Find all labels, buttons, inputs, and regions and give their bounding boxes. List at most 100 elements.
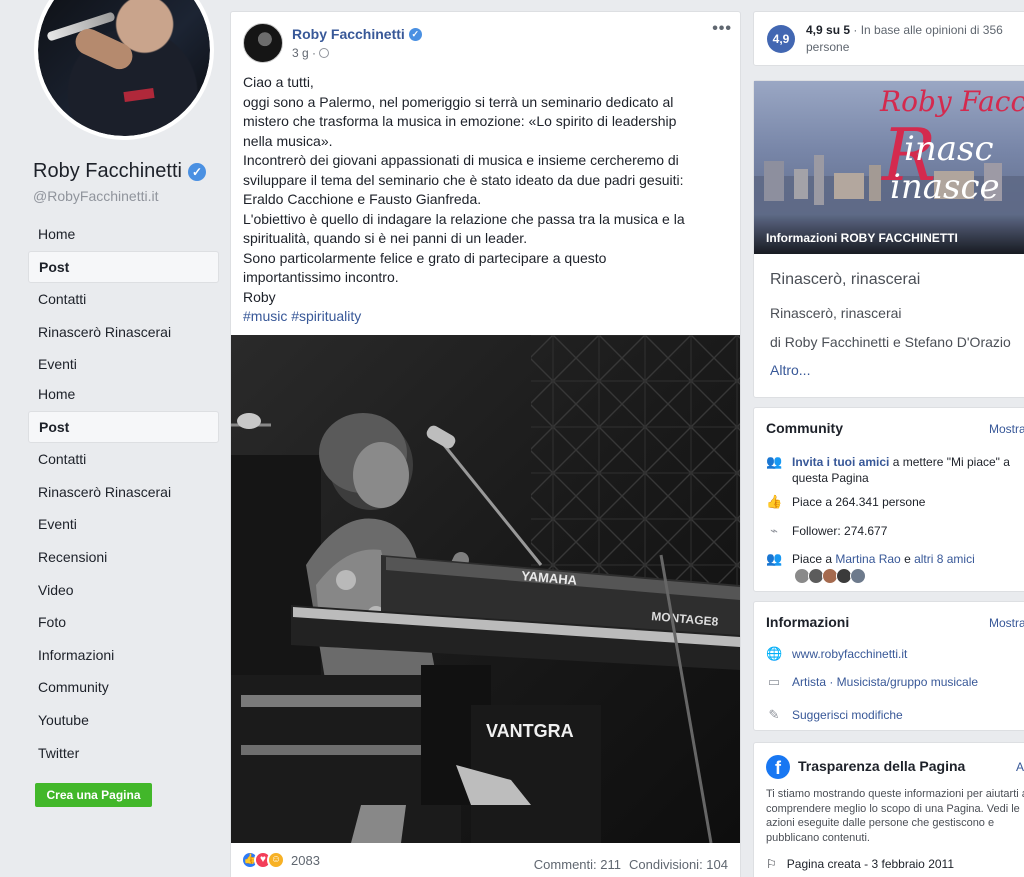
page-nav-primary: Home Post Contatti Rinascerò Rinascerai Even… — [28, 218, 219, 381]
category-row: ▭ Artista · Musicista/gruppo musicale — [766, 674, 1024, 690]
left-sidebar: Roby Facchinetti ✓ @RobyFacchinetti.it H… — [0, 0, 225, 877]
post-counts: Commenti: 211 Condivisioni: 104 — [534, 857, 728, 872]
wristband-shape — [123, 87, 155, 103]
globe-icon — [319, 48, 330, 58]
info-card: Informazioni Mostra tutto 🌐 www.robyfacc… — [753, 601, 1024, 731]
transparency-text: Ti stiamo mostrando queste informazioni … — [766, 788, 1024, 844]
sidebar-item-home[interactable]: Home — [28, 378, 219, 411]
friend-name-link[interactable]: Martina Rao — [835, 552, 900, 566]
care-reaction-icon: ☺ — [267, 851, 285, 869]
info-title: Informazioni — [766, 614, 850, 630]
sidebar-item-eventi[interactable]: Eventi — [28, 508, 219, 541]
page-nav-secondary: Home Post Contatti Rinascerò Rinascerai Even… — [28, 378, 219, 769]
rating-summary[interactable]: 4,9 su 5 · In base alle opinioni di 356 … — [806, 22, 1024, 56]
invite-friends-link[interactable]: Invita i tuoi amici — [792, 455, 889, 469]
rss-icon: ⌁ — [770, 523, 778, 538]
sidebar-item-twitter[interactable]: Twitter — [28, 737, 219, 770]
friends-like-prefix: Piace a — [792, 552, 836, 566]
cover-title-line2: inasc — [904, 129, 994, 169]
post-author-name: Roby Facchinetti — [292, 26, 405, 42]
friends-like-row: 👥 Piace a Martina Rao e altri 8 amici — [766, 551, 1024, 567]
sidebar-item-rinascer-rinascerai[interactable]: Rinascerò Rinascerai — [28, 316, 219, 349]
cover-title-line3: inasce — [890, 167, 1000, 207]
page-title[interactable]: Roby Facchinetti ✓ — [33, 160, 206, 183]
comments-count[interactable]: Commenti: 211 — [534, 857, 621, 872]
category-icon: ▭ — [767, 674, 781, 689]
info-show-all-link[interactable]: Mostra tutto — [989, 616, 1024, 630]
friend-avatars — [794, 568, 866, 584]
cover-image[interactable]: Roby Facch R inasc inasce Informazioni R… — [754, 81, 1024, 254]
about-card: Roby Facch R inasc inasce Informazioni R… — [753, 80, 1024, 398]
page-created-date: Pagina creata - 3 febbraio 2011 — [786, 857, 954, 871]
community-card: Community Mostra tutto 👥 Invita i tuoi a… — [753, 407, 1024, 592]
about-description: di Roby Facchinetti e Stefano D'Orazio — [770, 334, 1011, 350]
cover-label[interactable]: Informazioni ROBY FACCHINETTI — [766, 231, 958, 245]
sidebar-item-contatti[interactable]: Contatti — [28, 443, 219, 476]
sidebar-item-community[interactable]: Community — [28, 671, 219, 704]
about-title: Rinascerò, rinascerai — [770, 271, 921, 288]
profile-photo — [38, 0, 210, 136]
about-subtitle: Rinascerò, rinascerai — [770, 305, 902, 321]
facebook-logo-icon: f — [766, 755, 790, 779]
likes-row: 👍 Piace a 264.341 persone — [766, 494, 1024, 510]
sidebar-item-post[interactable]: Post — [28, 410, 219, 444]
transparency-title: Trasparenza della Pagina — [798, 758, 966, 774]
avatar[interactable] — [850, 568, 866, 584]
more-options-icon[interactable]: ••• — [712, 20, 732, 38]
rating-card: 4,9 4,9 su 5 · In base alle opinioni di … — [753, 11, 1024, 66]
rating-headline: 4,9 su 5 — [806, 23, 851, 37]
sidebar-item-informazioni[interactable]: Informazioni — [28, 639, 219, 672]
post-message: Ciao a tutti, oggi sono a Palermo, nel p… — [243, 74, 685, 305]
sidebar-item-eventi[interactable]: Eventi — [28, 348, 219, 381]
verified-badge-icon: ✓ — [187, 162, 206, 181]
sidebar-item-home[interactable]: Home — [28, 218, 219, 251]
arm-shape — [71, 24, 137, 74]
post-photo[interactable]: YAMAHA MONTAGE8 VANTGRA — [231, 335, 740, 843]
other-friends-link[interactable]: altri 8 amici — [914, 552, 975, 566]
create-page-button[interactable]: Crea una Pagina — [35, 783, 152, 807]
post-timestamp[interactable]: 3 g · — [292, 46, 330, 60]
sidebar-item-foto[interactable]: Foto — [28, 606, 219, 639]
community-title: Community — [766, 420, 843, 436]
post-card: Roby Facchinetti ✓ 3 g · ••• Ciao a tutt… — [230, 11, 741, 877]
community-show-all-link[interactable]: Mostra tutto — [989, 422, 1024, 436]
page-created-row: ⚐ Pagina creata - 3 febbraio 2011 — [766, 857, 954, 871]
page-name-text: Roby Facchinetti — [33, 160, 182, 182]
sidebar-item-video[interactable]: Video — [28, 574, 219, 607]
invite-friends-row: 👥 Invita i tuoi amici a mettere "Mi piac… — [766, 454, 1024, 486]
sidebar-item-rinascer-rinascerai[interactable]: Rinascerò Rinascerai — [28, 476, 219, 509]
invite-friends-icon: 👥 — [766, 454, 783, 469]
speaker-brand-text: VANTGRA — [486, 721, 574, 741]
pencil-icon: ✎ — [768, 707, 780, 722]
post-hashtags[interactable]: #music #spirituality — [243, 307, 731, 327]
profile-picture[interactable] — [34, 0, 214, 140]
suggest-edits-link[interactable]: Suggerisci modifiche — [792, 707, 903, 723]
followers-count: Follower: 274.677 — [792, 524, 888, 538]
transparency-more-link[interactable]: Altro — [1016, 760, 1024, 774]
likes-count: Piace a 264.341 persone — [792, 495, 926, 509]
verified-badge-icon: ✓ — [408, 27, 422, 41]
followers-row: ⌁ Follower: 274.677 — [766, 523, 1024, 539]
sidebar-item-contatti[interactable]: Contatti — [28, 283, 219, 316]
website-row: 🌐 www.robyfacchinetti.it — [766, 646, 1024, 662]
globe-icon: 🌐 — [766, 646, 783, 661]
reactions-summary[interactable]: 👍 ♥ ☺ 2083 — [241, 851, 320, 869]
transparency-card: f Trasparenza della Pagina Altro Ti stia… — [753, 742, 1024, 877]
about-more-link[interactable]: Altro... — [770, 362, 810, 378]
post-author[interactable]: Roby Facchinetti ✓ — [292, 26, 422, 42]
friends-icon: 👥 — [766, 551, 783, 566]
reaction-count: 2083 — [291, 852, 320, 868]
website-link[interactable]: www.robyfacchinetti.it — [792, 646, 907, 662]
sidebar-item-recensioni[interactable]: Recensioni — [28, 541, 219, 574]
suggest-row: ✎ Suggerisci modifiche — [766, 707, 1024, 723]
category-link[interactable]: Artista · Musicista/gruppo musicale — [792, 674, 978, 690]
post-author-avatar[interactable] — [243, 23, 283, 63]
rating-badge: 4,9 — [767, 25, 795, 53]
shares-count[interactable]: Condivisioni: 104 — [629, 857, 728, 872]
post-body: Ciao a tutti, oggi sono a Palermo, nel p… — [243, 73, 731, 327]
flag-icon: ⚐ — [766, 857, 777, 871]
page-handle[interactable]: @RobyFacchinetti.it — [33, 188, 158, 204]
concert-photo: YAMAHA MONTAGE8 VANTGRA — [231, 335, 740, 843]
sidebar-item-post[interactable]: Post — [28, 250, 219, 284]
sidebar-item-youtube[interactable]: Youtube — [28, 704, 219, 737]
